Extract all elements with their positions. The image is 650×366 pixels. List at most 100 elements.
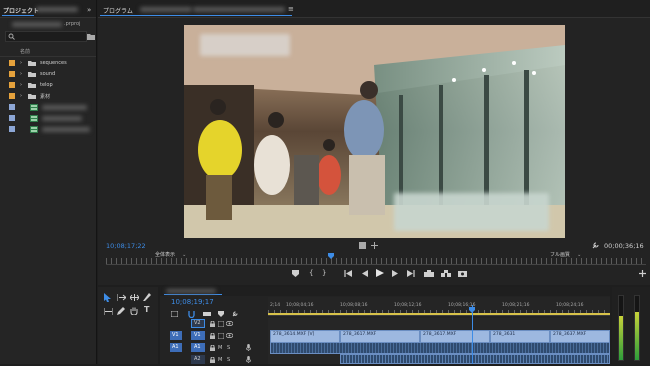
audio-clip[interactable] [270,342,610,354]
work-area-bar[interactable] [268,313,610,315]
razor-icon[interactable] [143,293,151,301]
tab-project-underline [2,15,34,16]
eye-icon[interactable] [226,333,233,338]
list-item[interactable] [0,125,97,134]
microphone-icon[interactable] [246,344,251,351]
lock-icon[interactable] [210,357,215,363]
scrub-bar[interactable] [106,253,646,265]
tab-program[interactable]: プログラム [103,6,133,15]
ruler-label: 10;08;08;16 [340,303,368,308]
microphone-icon[interactable] [246,356,251,363]
track-label: A2 [194,356,201,362]
track-lane-a2[interactable] [268,354,610,364]
extract-icon[interactable] [441,270,451,277]
source-patch-label: V1 [172,332,179,338]
program-monitor: プログラム ≡ 10;08;17;22 全体表示 ⌄ フル画質 ⌄ 00;00;… [98,0,650,285]
plus-icon[interactable] [639,270,646,277]
pen-icon[interactable] [117,307,125,315]
list-item-label: sound [40,71,56,77]
playhead-marker-icon[interactable] [328,253,334,259]
lock-icon[interactable] [210,333,215,339]
slip-tool-icon[interactable] [104,308,113,315]
folder-icon [28,83,36,88]
double-chevron-right-icon[interactable]: » [87,6,91,14]
add-marker-icon[interactable] [218,311,224,317]
lock-icon[interactable] [210,321,215,327]
chevron-right-icon[interactable]: › [20,59,22,67]
track-header-v1[interactable]: V1 V1 [160,330,268,342]
panel-menu-icon[interactable]: ≡ [288,5,294,13]
mark-in-icon[interactable]: { [309,269,313,277]
toggle-sync-lock-icon[interactable] [218,333,224,339]
project-panel: プロジェクト » .prproj 名前 › sequences › sound … [0,0,97,364]
go-to-in-icon[interactable] [344,270,352,277]
toggle-sync-lock-icon[interactable] [218,321,224,327]
new-bin-icon[interactable] [87,33,95,40]
label-color-swatch [9,60,15,66]
playhead-timecode[interactable]: 10;08;17;22 [106,242,146,250]
selection-tool-icon[interactable] [104,293,111,302]
hand-icon[interactable] [130,307,138,315]
timeline-playhead[interactable] [472,305,473,364]
list-item[interactable]: › 素材 [0,92,97,101]
eye-icon[interactable] [226,321,233,326]
time-ruler[interactable]: 2;14 10;08;04;16 10;08;08;16 10;08;12;16… [268,297,610,316]
timeline-timecode[interactable]: 10;08;19;17 [171,298,214,306]
track-header-v2[interactable]: V2 [160,318,268,330]
list-item[interactable] [0,114,97,123]
tools-panel: T [98,287,158,364]
project-search-bar[interactable] [5,31,87,42]
mute-icon[interactable]: M [218,356,222,364]
linked-selection-icon[interactable] [203,311,211,317]
lock-icon[interactable] [210,345,215,351]
program-tab-bar: プログラム ≡ [98,0,650,18]
track-header-a2[interactable]: A2 M S [160,354,268,366]
clip-label: 278_3631 [493,332,516,337]
wrench-icon[interactable] [232,311,238,317]
mark-out-icon[interactable]: } [322,269,326,277]
nest-icon[interactable] [171,311,178,317]
label-color-swatch [9,93,15,99]
chevron-right-icon[interactable]: › [20,81,22,89]
play-icon[interactable] [376,269,384,277]
sequence-name-redacted [42,105,87,110]
track-lane-v2[interactable] [268,318,610,330]
quality-dropdown[interactable]: フル画質 ⌄ [550,241,581,258]
step-back-icon[interactable] [361,270,368,277]
list-item[interactable]: › sequences [0,59,97,68]
project-divider [96,0,97,364]
list-item[interactable]: › sound [0,70,97,79]
list-item[interactable] [0,103,97,112]
chevron-right-icon[interactable]: › [20,92,22,100]
add-marker-icon[interactable] [292,270,299,277]
step-forward-icon[interactable] [392,270,399,277]
tab-project[interactable]: プロジェクト [3,6,39,15]
go-to-out-icon[interactable] [407,270,415,277]
list-item[interactable]: › telop [0,81,97,90]
lift-icon[interactable] [424,270,434,277]
ripple-edit-icon[interactable] [130,294,139,301]
track-select-forward-icon[interactable] [117,294,126,301]
chevron-right-icon[interactable]: › [20,70,22,78]
snap-icon[interactable] [188,311,195,318]
playhead-marker-icon[interactable] [469,307,475,313]
track-lane-a1[interactable] [268,342,610,354]
settings-icon[interactable] [359,242,366,249]
track-header-a1[interactable]: A1 A1 M S [160,342,268,354]
camera-icon[interactable] [458,270,467,277]
track-lane-v1[interactable]: 278_3614.MXF [V] 278_3617.MXF 278_3617.M… [268,330,610,343]
audio-clip[interactable] [340,354,610,364]
ruler-label: 10;08;12;16 [394,303,422,308]
solo-icon[interactable]: S [227,344,230,352]
type-tool-icon[interactable]: T [144,306,149,314]
telop-redacted-top [200,34,290,56]
mute-icon[interactable]: M [218,344,222,352]
video-frame[interactable] [184,25,565,238]
wrench-icon[interactable] [592,242,599,249]
fit-icon[interactable] [371,242,378,249]
project-header-divider [0,56,97,57]
meter-fill [619,316,623,360]
search-icon [8,33,15,40]
zoom-level-dropdown[interactable]: 全体表示 ⌄ [155,241,186,258]
solo-icon[interactable]: S [227,356,230,364]
